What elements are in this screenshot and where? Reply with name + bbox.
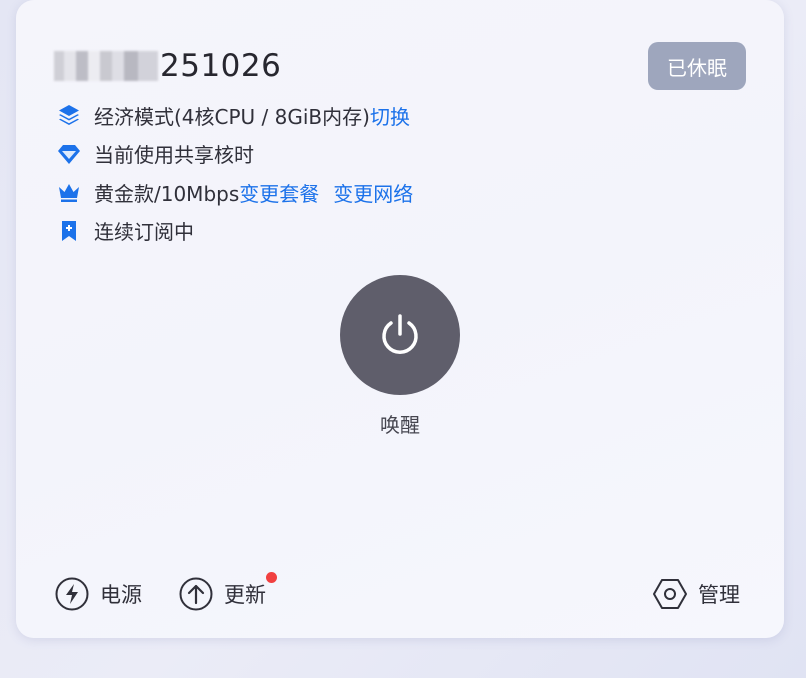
arrow-up-icon xyxy=(178,576,214,612)
footer-power-button[interactable]: 电源 xyxy=(54,574,142,614)
footer-update-label: 更新 xyxy=(224,583,266,607)
info-row-subscription: 连续订阅中 xyxy=(56,212,413,251)
lightning-icon xyxy=(54,576,90,612)
footer-manage-button[interactable]: 管理 xyxy=(652,574,740,614)
footer-update-button[interactable]: 更新 xyxy=(178,572,277,614)
wake-control: 唤醒 xyxy=(340,275,460,438)
info-list: 经济模式(4核CPU / 8GiB内存) 切换 当前使用共享核时 黄金款/10M… xyxy=(56,96,413,250)
status-badge: 已休眠 xyxy=(648,42,746,90)
info-row-plan: 黄金款/10Mbps 变更套餐 变更网络 xyxy=(56,173,413,212)
footer-manage-label: 管理 xyxy=(698,583,740,607)
subscription-text: 连续订阅中 xyxy=(94,220,194,245)
info-row-core: 当前使用共享核时 xyxy=(56,135,413,174)
device-title: 251026 xyxy=(54,44,281,88)
plan-text: 黄金款/10Mbps xyxy=(94,181,240,206)
wake-button[interactable] xyxy=(340,275,460,395)
layers-icon xyxy=(56,102,82,128)
crown-icon xyxy=(56,179,82,205)
device-card: 251026 已休眠 经济模式(4核CPU / 8GiB内存) 切换 当前使用共… xyxy=(16,0,784,638)
device-id: 251026 xyxy=(160,48,282,84)
masked-id-prefix xyxy=(54,51,158,81)
hexagon-settings-icon xyxy=(652,576,688,612)
bookmark-icon xyxy=(56,218,82,244)
mode-text: 经济模式(4核CPU / 8GiB内存) xyxy=(94,104,370,129)
wake-label: 唤醒 xyxy=(380,413,420,437)
change-network-link[interactable]: 变更网络 xyxy=(333,178,413,207)
core-text: 当前使用共享核时 xyxy=(94,143,254,168)
change-plan-link[interactable]: 变更套餐 xyxy=(239,178,319,207)
update-notification-dot xyxy=(266,572,277,583)
switch-mode-link[interactable]: 切换 xyxy=(370,101,410,130)
power-icon xyxy=(382,314,418,354)
footer-power-label: 电源 xyxy=(100,583,142,607)
diamond-icon xyxy=(56,141,82,167)
info-row-mode: 经济模式(4核CPU / 8GiB内存) 切换 xyxy=(56,96,413,135)
